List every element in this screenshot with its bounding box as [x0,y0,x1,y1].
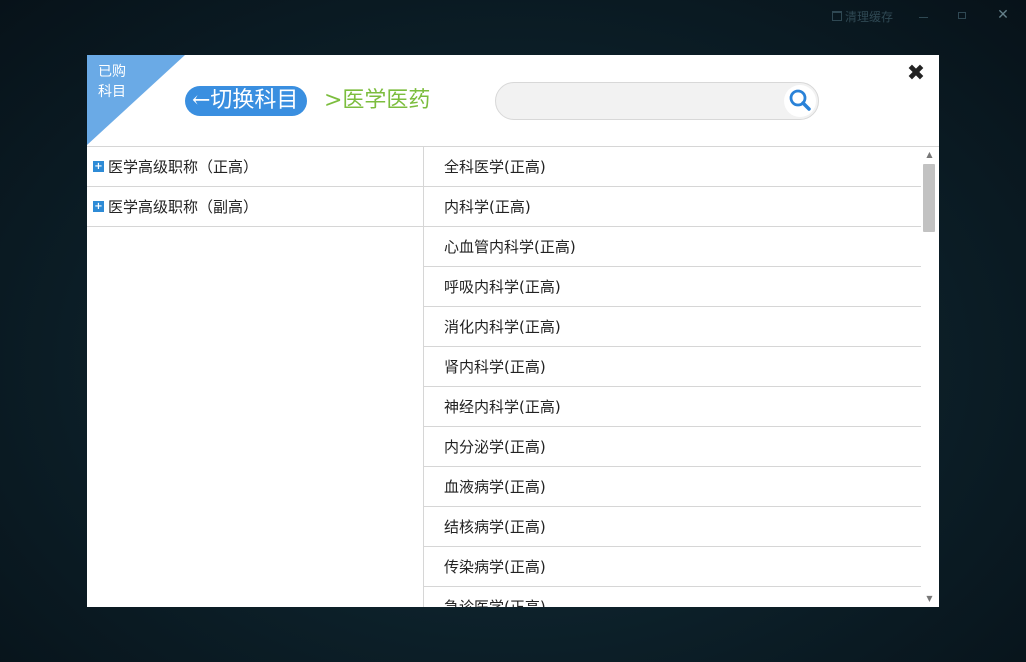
subject-item[interactable]: 内科学(正高) [424,187,921,227]
dialog-close-button[interactable]: ✖ [903,61,929,87]
category-label: 医学高级职称（副高） [108,198,259,216]
category-item[interactable]: + 医学高级职称（副高） [87,187,423,227]
clear-cache-button[interactable]: 清理缓存 [832,8,893,24]
scroll-down-arrow-icon[interactable]: ▼ [921,592,938,606]
category-label: 医学高级职称（正高） [108,158,259,176]
search-icon [789,89,811,111]
maximize-button[interactable] [951,6,973,24]
minimize-icon [918,16,928,18]
subject-item[interactable]: 全科医学(正高) [424,147,921,187]
dialog-header: 已购科目 ←切换科目 >医学医药 ✖ [87,55,939,147]
clear-cache-label: 清理缓存 [845,9,894,24]
subject-item[interactable]: 结核病学(正高) [424,507,921,547]
subject-list-pane: 全科医学(正高) 内科学(正高) 心血管内科学(正高) 呼吸内科学(正高) 消化… [424,147,939,607]
category-item[interactable]: + 医学高级职称（正高） [87,147,423,187]
search-input[interactable] [510,91,774,113]
window-close-button[interactable]: ✕ [992,6,1014,24]
maximize-icon [958,11,966,19]
subject-dialog: 已购科目 ←切换科目 >医学医药 ✖ + 医学高级职称（正高） + 医学高级职称… [87,55,939,607]
window-titlebar: 清理缓存 ✕ [0,0,1026,30]
subject-list: 全科医学(正高) 内科学(正高) 心血管内科学(正高) 呼吸内科学(正高) 消化… [424,147,921,607]
minimize-button[interactable] [912,6,934,24]
search-button[interactable] [784,85,816,117]
subject-item[interactable]: 神经内科学(正高) [424,387,921,427]
subject-item[interactable]: 消化内科学(正高) [424,307,921,347]
trash-icon [832,11,842,21]
subject-item[interactable]: 急诊医学(正高) [424,587,921,607]
switch-subject-button[interactable]: ←切换科目 [185,86,308,116]
subject-list-scrollbar[interactable]: ▲ ▼ [921,147,938,607]
subject-item[interactable]: 心血管内科学(正高) [424,227,921,267]
dialog-body: + 医学高级职称（正高） + 医学高级职称（副高） 全科医学(正高) 内科学(正… [87,147,939,607]
breadcrumb-current-category: >医学医药 [324,88,431,113]
expand-plus-icon[interactable]: + [93,161,104,172]
subject-item[interactable]: 内分泌学(正高) [424,427,921,467]
category-list: + 医学高级职称（正高） + 医学高级职称（副高） [87,147,424,607]
search-box [495,82,819,120]
scroll-up-arrow-icon[interactable]: ▲ [921,148,938,162]
subject-item[interactable]: 传染病学(正高) [424,547,921,587]
subject-item[interactable]: 肾内科学(正高) [424,347,921,387]
expand-plus-icon[interactable]: + [93,201,104,212]
subject-item[interactable]: 呼吸内科学(正高) [424,267,921,307]
purchased-badge[interactable]: 已购科目 [98,62,138,102]
subject-item[interactable]: 血液病学(正高) [424,467,921,507]
scrollbar-thumb[interactable] [923,164,935,232]
